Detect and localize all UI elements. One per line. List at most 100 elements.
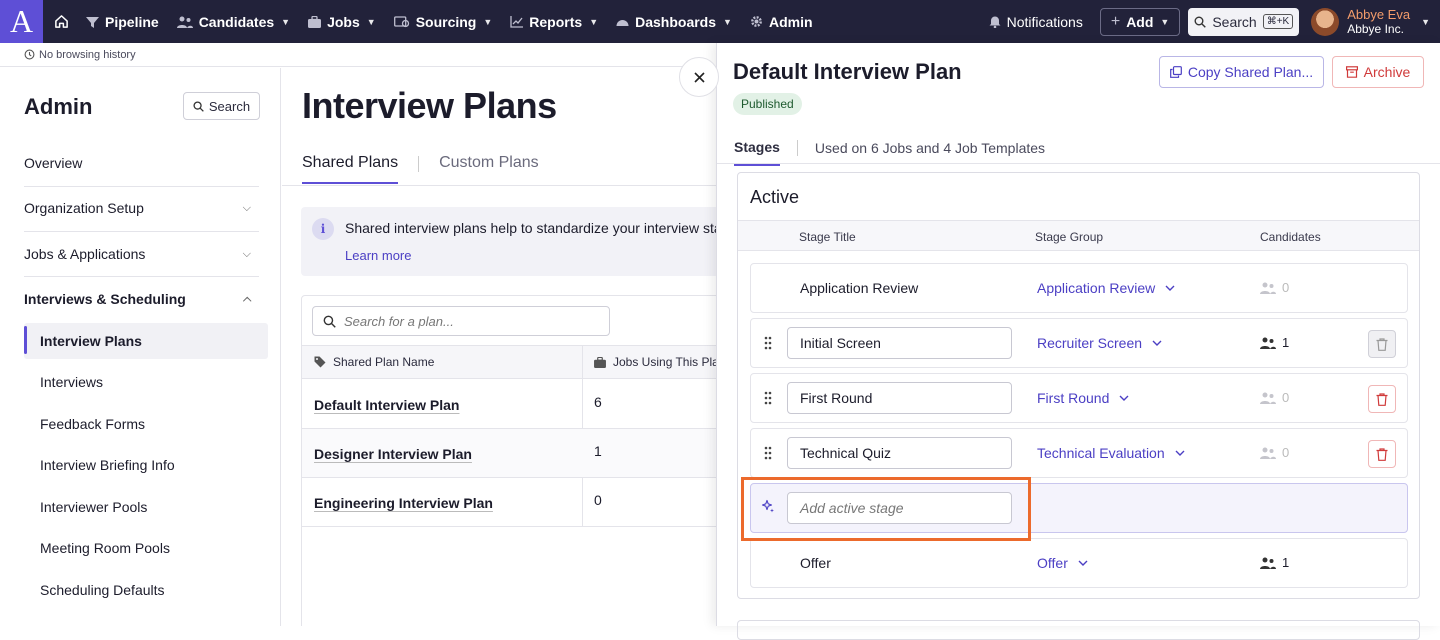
nav-jobs[interactable]: Jobs ▼	[299, 0, 385, 43]
sidebar-item-label: Interviews & Scheduling	[24, 291, 186, 307]
tab-custom-plans[interactable]: Custom Plans	[439, 154, 539, 184]
sidebar-item-scheduling-defaults[interactable]: Scheduling Defaults	[40, 582, 165, 598]
tab-stages[interactable]: Stages	[734, 139, 780, 166]
sidebar-title: Admin	[24, 94, 93, 119]
nav-candidates[interactable]: Candidates ▼	[168, 0, 299, 43]
info-text: Shared interview plans help to standardi…	[345, 220, 716, 236]
stage-group-value: Application Review	[1037, 280, 1156, 296]
briefcase-icon	[594, 356, 606, 368]
learn-more-link[interactable]: Learn more	[345, 248, 411, 263]
close-drawer-button[interactable]	[679, 57, 719, 97]
delete-stage-button[interactable]	[1368, 440, 1396, 468]
stage-title: Application Review	[800, 280, 919, 296]
drag-handle-icon[interactable]	[764, 336, 772, 350]
sidebar-item-meeting-room-pools[interactable]: Meeting Room Pools	[40, 540, 170, 556]
trash-icon	[1376, 392, 1388, 406]
stage-group-value: Technical Evaluation	[1037, 445, 1165, 461]
gear-icon	[751, 16, 762, 27]
section-title: Active	[750, 187, 800, 207]
briefcase-icon	[308, 15, 322, 28]
chevron-down-icon	[1165, 285, 1175, 291]
copy-shared-plan-button[interactable]: Copy Shared Plan...	[1159, 56, 1324, 88]
sidebar-item-interview-plans[interactable]: Interview Plans	[40, 333, 142, 349]
nav-admin[interactable]: Admin	[741, 0, 822, 43]
table-row[interactable]: Designer Interview Plan 1	[302, 429, 716, 478]
sidebar-item-interview-briefing-info[interactable]: Interview Briefing Info	[40, 457, 175, 473]
column-header-stage-title: Stage Title	[799, 230, 856, 244]
nav-sourcing[interactable]: Sourcing ▼	[385, 0, 502, 43]
trash-icon	[1376, 447, 1388, 461]
delete-stage-button[interactable]	[1368, 385, 1396, 413]
plan-name-link[interactable]: Default Interview Plan	[314, 397, 459, 413]
sidebar-search-button[interactable]: Search	[183, 92, 260, 120]
stages-header: Stage Title Stage Group Candidates	[738, 220, 1419, 251]
nav-dashboards[interactable]: Dashboards ▼	[607, 0, 741, 43]
search-icon	[193, 100, 204, 112]
chevron-down-icon[interactable]: ▼	[1421, 17, 1430, 27]
divider	[796, 140, 798, 156]
archive-button[interactable]: Archive	[1332, 56, 1424, 88]
stage-row: First Round First Round 0	[750, 373, 1408, 423]
copy-label: Copy Shared Plan...	[1187, 64, 1314, 80]
people-icon	[1260, 337, 1276, 349]
stage-title: Offer	[800, 555, 831, 571]
nav-candidates-label: Candidates	[198, 13, 275, 30]
nav-reports-label: Reports	[529, 13, 583, 30]
stage-title-input[interactable]: Initial Screen	[787, 327, 1012, 359]
column-header-plan-name[interactable]: Shared Plan Name	[333, 355, 434, 369]
drawer-title: Default Interview Plan	[733, 59, 962, 84]
nav-jobs-label: Jobs	[327, 13, 360, 30]
avatar[interactable]	[1311, 7, 1340, 36]
divider	[418, 156, 420, 172]
stage-group-value: First Round	[1037, 390, 1110, 406]
sidebar-item-interviewer-pools[interactable]: Interviewer Pools	[40, 499, 147, 515]
plan-search-input[interactable]: Search for a plan...	[312, 306, 610, 336]
sidebar-item-interviews[interactable]: Interviews	[40, 374, 103, 390]
stage-group-select[interactable]: Technical Evaluation	[1037, 445, 1185, 461]
filter-icon	[86, 16, 99, 28]
drawer-tabs: Stages Used on 6 Jobs and 4 Job Template…	[734, 139, 1045, 166]
stage-row: Offer Offer 1	[750, 538, 1408, 588]
next-section-card	[737, 620, 1420, 640]
candidates-value: 1	[1282, 335, 1290, 350]
global-search-button[interactable]: Search ⌘+K	[1188, 7, 1300, 36]
stage-group-select[interactable]: First Round	[1037, 390, 1129, 406]
stage-title-input[interactable]: Technical Quiz	[787, 437, 1012, 469]
stage-group-select[interactable]: Application Review	[1037, 280, 1175, 296]
user-org: Abbye Inc.	[1347, 21, 1404, 36]
column-header-jobs-using[interactable]: Jobs Using This Plan	[613, 355, 716, 369]
tab-shared-plans[interactable]: Shared Plans	[302, 154, 399, 184]
sidebar-item-feedback-forms[interactable]: Feedback Forms	[40, 416, 145, 432]
home-icon[interactable]	[45, 14, 77, 29]
notifications-button[interactable]: Notifications	[980, 0, 1092, 43]
drag-handle-icon[interactable]	[764, 446, 772, 460]
candidates-count: 1	[1260, 555, 1289, 570]
jobs-count: 0	[594, 492, 602, 508]
nav-reports[interactable]: Reports ▼	[501, 0, 607, 43]
nav-pipeline[interactable]: Pipeline	[77, 0, 168, 43]
table-row[interactable]: Engineering Interview Plan 0	[302, 478, 716, 527]
drag-handle-icon[interactable]	[764, 391, 772, 405]
user-name: Abbye Eva	[1347, 6, 1411, 22]
global-search-label: Search	[1212, 13, 1257, 30]
add-button[interactable]: + Add ▼	[1099, 7, 1181, 36]
delete-stage-button[interactable]	[1368, 330, 1396, 358]
user-menu[interactable]: Abbye Eva Abbye Inc.	[1347, 7, 1410, 37]
history-label[interactable]: No browsing history	[39, 49, 136, 61]
status-badge: Published	[733, 93, 802, 115]
stage-group-select[interactable]: Offer	[1037, 555, 1088, 571]
stage-row: Application Review Application Review 0	[750, 263, 1408, 313]
app-logo[interactable]: A	[0, 0, 43, 43]
sidebar-item-overview[interactable]: Overview	[24, 155, 259, 171]
plan-name-link[interactable]: Designer Interview Plan	[314, 446, 472, 462]
sidebar-item-interviews-scheduling[interactable]: Interviews & Scheduling ⌵	[24, 291, 259, 307]
sidebar-item-jobs-applications[interactable]: Jobs & Applications ⌵	[24, 246, 259, 262]
chevron-down-icon: ▼	[281, 16, 291, 27]
sidebar-item-organization-setup[interactable]: Organization Setup ⌵	[24, 200, 259, 216]
stage-group-select[interactable]: Recruiter Screen	[1037, 335, 1162, 351]
table-row[interactable]: Default Interview Plan 6	[302, 380, 716, 429]
search-icon	[1194, 16, 1207, 28]
plan-name-link[interactable]: Engineering Interview Plan	[314, 495, 493, 511]
history-bar: No browsing history	[0, 43, 716, 67]
stage-title-input[interactable]: First Round	[787, 382, 1012, 414]
